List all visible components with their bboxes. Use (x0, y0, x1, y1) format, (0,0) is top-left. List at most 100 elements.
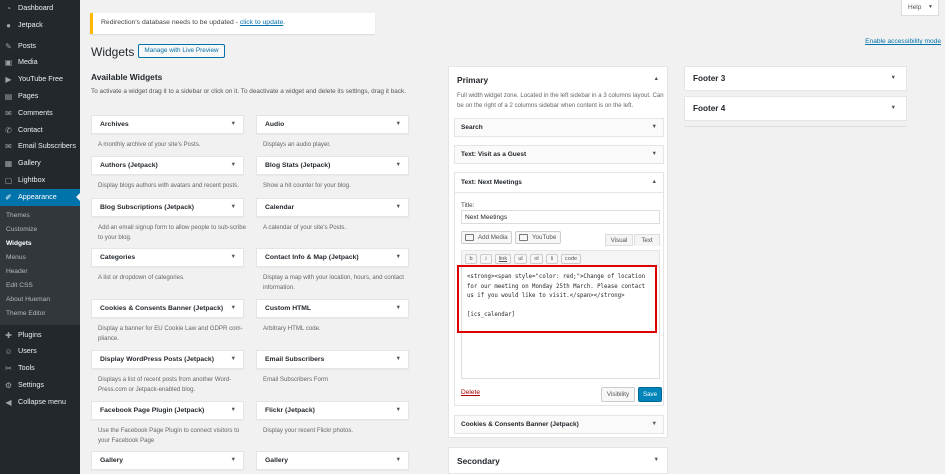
primary-widget-search[interactable]: Search ▼ (454, 118, 664, 137)
widget-contact-info-map-jetpack[interactable]: Contact Info & Map (Jetpack) ▼ (256, 248, 409, 267)
widget-description: Display a banner for EU Cookie Law and G… (98, 325, 243, 342)
widget-description: Display your recent Flickr photos. (263, 427, 354, 434)
widget-audio[interactable]: Audio ▼ (256, 115, 409, 134)
comments-icon: ✉ (5, 108, 12, 118)
widget-description: Displays a list of recent posts from ano… (98, 376, 232, 393)
sidebar-item-settings[interactable]: ⚙ Settings (0, 377, 80, 394)
sidebar-item-pages[interactable]: ▤ Pages (0, 88, 80, 105)
widget-cookies-consents-banner-jetpack[interactable]: Cookies & Consents Banner (Jetpack) ▼ (91, 299, 244, 318)
quicktag-link[interactable]: link (495, 254, 511, 264)
sidebar-item-youtube-free[interactable]: ▶ YouTube Free (0, 71, 80, 88)
chevron-down-icon: ▼ (230, 121, 236, 127)
accessibility-mode-link[interactable]: Enable accessibility mode (865, 38, 941, 45)
submenu-item-widgets[interactable]: Widgets (0, 237, 80, 251)
secondary-sidebar[interactable]: Secondary ▼ (448, 447, 668, 474)
widget-blog-subscriptions-jetpack[interactable]: Blog Subscriptions (Jetpack) ▼ (91, 198, 244, 217)
widget-blog-stats-jetpack[interactable]: Blog Stats (Jetpack) ▼ (256, 156, 409, 175)
widget-facebook-page-plugin-jetpack[interactable]: Facebook Page Plugin (Jetpack) ▼ (91, 401, 244, 420)
chevron-down-icon: ▼ (651, 151, 657, 157)
sidebar-item-posts[interactable]: ✎ Posts (0, 38, 80, 55)
help-label: Help (908, 4, 922, 11)
plugins-icon: ✚ (5, 330, 12, 340)
quicktag-li[interactable]: li (546, 254, 558, 264)
submenu-item-header[interactable]: Header (0, 265, 80, 279)
sidebar-item-comments[interactable]: ✉ Comments (0, 105, 80, 122)
primary-widget-cookies[interactable]: Cookies & Consents Banner (Jetpack) ▼ (454, 415, 664, 434)
widget-email-subscribers[interactable]: Email Subscribers ▼ (256, 350, 409, 369)
sidebar-item-dashboard[interactable]: ◔ Dashboard (0, 0, 80, 17)
sidebar-item-lightbox[interactable]: ▢ Lightbox (0, 172, 80, 189)
add-media-button[interactable]: Add Media (461, 231, 512, 244)
brush-icon: ✐ (5, 192, 12, 202)
live-preview-button[interactable]: Manage with Live Preview (138, 44, 225, 58)
footer-3-sidebar[interactable]: Footer 3 ▼ (684, 66, 907, 91)
sidebar-item-label: YouTube Free (18, 74, 64, 84)
widget-title: Display WordPress Posts (Jetpack) (100, 356, 214, 363)
sidebar-item-plugins[interactable]: ✚ Plugins (0, 327, 80, 344)
youtube-icon (519, 234, 528, 241)
chevron-down-icon: ▼ (230, 457, 236, 463)
users-icon: ☺ (4, 347, 13, 357)
sidebar-item-jetpack[interactable]: ● Jetpack (0, 17, 80, 34)
sidebar-item-label: Plugins (18, 329, 42, 339)
sidebar-item-email-subscribers[interactable]: ✉ Email Subscribers (0, 138, 80, 155)
submenu-item-menus[interactable]: Menus (0, 251, 80, 265)
youtube-button[interactable]: YouTube (515, 231, 561, 244)
sidebar-item-tools[interactable]: ✂ Tools (0, 360, 80, 377)
help-tab[interactable]: Help ▼ (901, 0, 939, 16)
tab-text[interactable]: Text (634, 234, 660, 246)
widget-title: Search (461, 124, 483, 131)
widget-display-wordpress-posts-jetpack[interactable]: Display WordPress Posts (Jetpack) ▼ (91, 350, 244, 369)
sidebar-item-media[interactable]: ▣ Media (0, 54, 80, 71)
widget-authors-jetpack[interactable]: Authors (Jetpack) ▼ (91, 156, 244, 175)
footer-title: Footer 3 (693, 74, 726, 83)
delete-link[interactable]: Delete (461, 389, 480, 396)
submenu-item-theme-editor[interactable]: Theme Editor (0, 307, 80, 321)
sidebar-item-users[interactable]: ☺ Users (0, 343, 80, 360)
submenu-item-customize[interactable]: Customize (0, 223, 80, 237)
widget-description: A monthly archive of your site's Posts. (98, 141, 201, 148)
sidebar-item-appearance[interactable]: ✐ Appearance (0, 188, 80, 206)
sidebar-item-gallery[interactable]: ▦ Gallery (0, 155, 80, 172)
quicktag-ul[interactable]: ul (514, 254, 527, 264)
youtube-icon: ▶ (5, 75, 12, 85)
pin-icon: ✎ (5, 41, 12, 51)
editor-header[interactable]: Text: Next Meetings ▲ (455, 173, 663, 193)
widget-gallery[interactable]: Gallery ▼ (91, 451, 244, 470)
widget-calendar[interactable]: Calendar ▼ (256, 198, 409, 217)
footer-4-sidebar[interactable]: Footer 4 ▼ (684, 96, 907, 121)
widget-title: Facebook Page Plugin (Jetpack) (100, 407, 205, 414)
chevron-down-icon: ▼ (653, 457, 659, 463)
quicktag-bold[interactable]: b (465, 254, 477, 264)
widget-gallery[interactable]: Gallery ▼ (256, 451, 409, 470)
submenu-item-themes[interactable]: Themes (0, 209, 80, 223)
widget-description: Display a map with your location, hours,… (263, 274, 404, 291)
tab-visual[interactable]: Visual (605, 234, 633, 246)
widget-flickr-jetpack[interactable]: Flickr (Jetpack) ▼ (256, 401, 409, 420)
submenu-item-about-hueman[interactable]: About Hueman (0, 293, 80, 307)
chevron-down-icon: ▼ (395, 305, 401, 311)
chevron-up-icon[interactable]: ▲ (653, 76, 659, 82)
chevron-down-icon: ▼ (230, 162, 236, 168)
widget-categories[interactable]: Categories ▼ (91, 248, 244, 267)
quicktag-ol[interactable]: ol (530, 254, 543, 264)
widget-title: Categories (100, 254, 136, 261)
widget-archives[interactable]: Archives ▼ (91, 115, 244, 134)
quicktag-italic[interactable]: i (480, 254, 492, 264)
sidebar-item-contact[interactable]: ✆ Contact (0, 122, 80, 139)
primary-widget-visit[interactable]: Text: Visit as a Guest ▼ (454, 145, 664, 164)
submenu-item-edit-css[interactable]: Edit CSS (0, 279, 80, 293)
visibility-button[interactable]: Visibility (601, 387, 635, 402)
widget-title: Calendar (265, 204, 295, 211)
chevron-down-icon: ▼ (651, 421, 657, 427)
media-icon: ▣ (4, 58, 13, 68)
quicktags-toolbar: b i link ul ol li code (461, 250, 660, 266)
footer-title: Footer 4 (693, 104, 726, 113)
quicktag-code[interactable]: code (561, 254, 581, 264)
sidebar-item-collapse-menu[interactable]: ◀ Collapse menu (0, 394, 80, 411)
update-link[interactable]: click to update (240, 19, 283, 26)
title-input[interactable] (461, 210, 660, 224)
chevron-down-icon: ▼ (928, 4, 933, 10)
widget-custom-html[interactable]: Custom HTML ▼ (256, 299, 409, 318)
save-button[interactable]: Save (638, 387, 662, 402)
